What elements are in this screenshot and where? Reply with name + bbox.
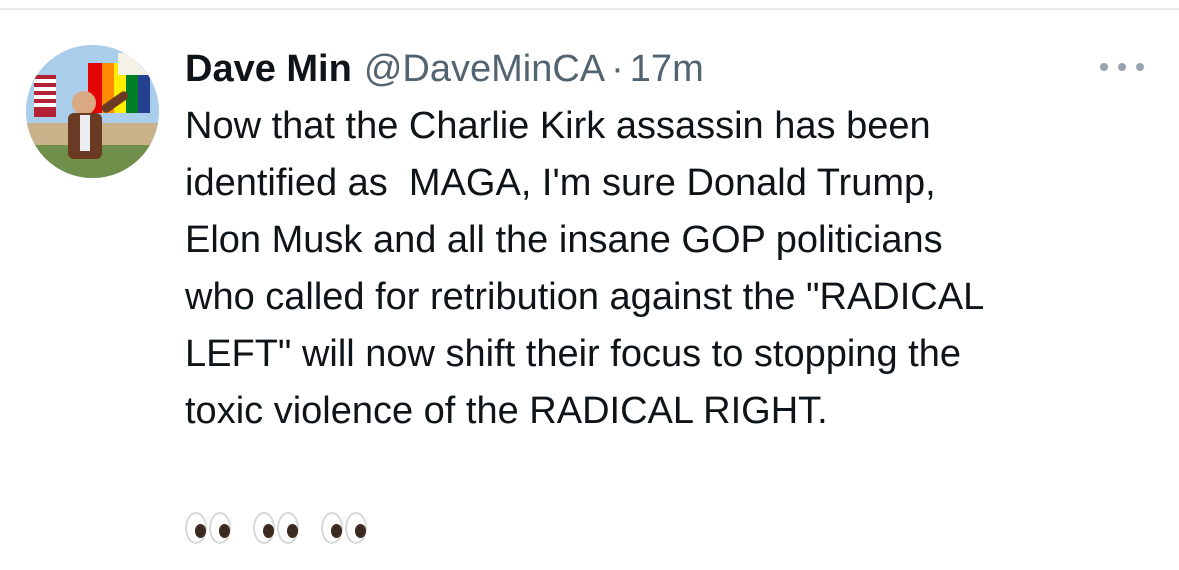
more-horizontal-icon [1100,63,1108,71]
tweet-text: Now that the Charlie Kirk assassin has b… [185,105,985,432]
tweet-card[interactable]: Dave Min @DaveMinCA · 17m Now that the C… [0,10,1179,570]
emoji-row [185,512,367,544]
avatar-photo-icon [26,45,159,178]
display-name[interactable]: Dave Min [185,44,352,94]
separator-dot: · [611,48,624,90]
more-options-button[interactable] [1100,60,1144,74]
eyes-emoji-icon [185,512,231,544]
tweet-header: Dave Min @DaveMinCA · 17m [185,44,704,94]
avatar[interactable] [26,45,159,178]
handle[interactable]: @DaveMinCA [364,44,605,94]
eyes-emoji-icon [321,512,367,544]
eyes-emoji-icon [253,512,299,544]
timestamp[interactable]: 17m [630,44,704,94]
